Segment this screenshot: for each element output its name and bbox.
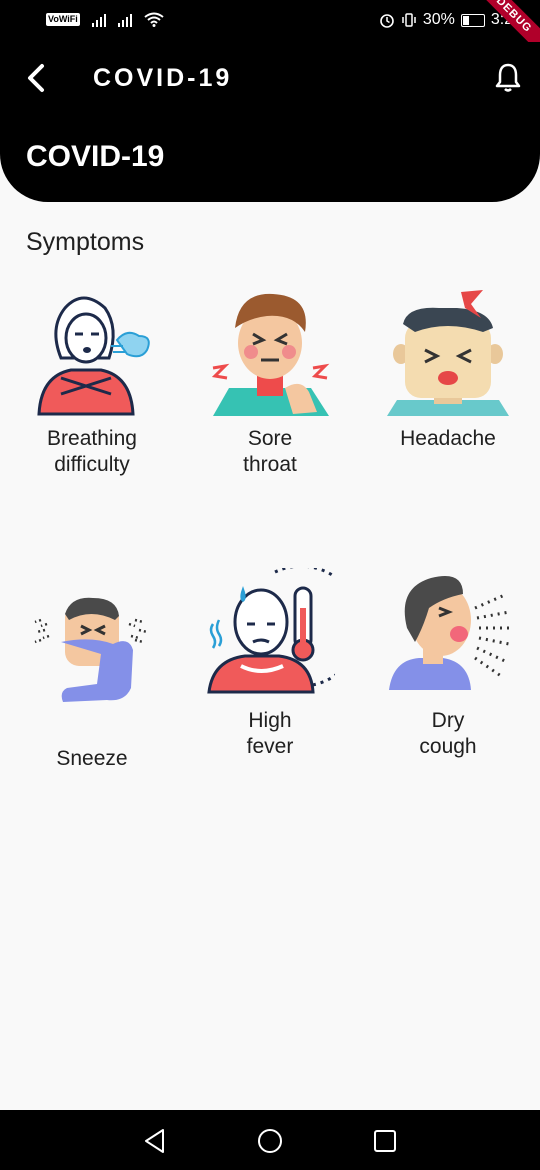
app-bar-title: COVID-19 <box>93 64 233 92</box>
signal-icon <box>91 13 106 27</box>
symptom-label: High fever <box>246 709 294 758</box>
symptom-card-breathing-difficulty[interactable]: Breathing difficulty <box>3 288 181 478</box>
back-arrow-icon[interactable] <box>22 60 52 96</box>
nav-home-icon[interactable] <box>256 1127 284 1155</box>
vowifi-icon: VoWiFi <box>46 13 80 26</box>
symptom-label: Sneeze <box>56 747 128 770</box>
symptom-card-dry-cough[interactable]: Dry cough <box>359 568 537 760</box>
symptom-label: Breathing difficulty <box>47 427 137 476</box>
breathing-difficulty-icon <box>37 296 150 416</box>
nav-recents-icon[interactable] <box>371 1127 399 1155</box>
wifi-icon <box>144 12 164 27</box>
alarm-icon <box>380 14 394 28</box>
sore-throat-icon <box>211 293 330 416</box>
system-nav-bar <box>0 1110 540 1170</box>
symptom-card-headache[interactable]: Headache <box>359 288 537 452</box>
high-fever-icon <box>207 568 335 694</box>
headache-icon <box>387 290 509 416</box>
dry-cough-icon <box>389 576 510 690</box>
symptom-label: Sore throat <box>243 427 297 476</box>
symptom-label: Headache <box>400 427 496 450</box>
hero-title: COVID-19 <box>26 140 165 173</box>
sneeze-icon <box>34 597 148 702</box>
symptom-label: Dry cough <box>419 709 477 758</box>
battery-percent: 30% <box>422 11 455 28</box>
battery-icon <box>460 13 485 27</box>
hero-header: COVID-19 <box>0 114 540 202</box>
signal-icon <box>117 13 132 27</box>
section-title: Symptoms <box>26 228 145 256</box>
notification-bell-icon[interactable] <box>494 62 522 94</box>
vibrate-icon <box>402 13 416 27</box>
status-bar: VoWiFi 30% 3:24 DEBUG <box>0 0 540 64</box>
nav-back-icon[interactable] <box>141 1127 169 1155</box>
app-bar: COVID-19 <box>0 42 540 115</box>
symptom-card-high-fever[interactable]: High fever <box>181 568 359 760</box>
symptom-card-sore-throat[interactable]: Sore throat <box>181 288 359 478</box>
symptom-card-sneeze[interactable]: Sneeze <box>3 588 181 772</box>
